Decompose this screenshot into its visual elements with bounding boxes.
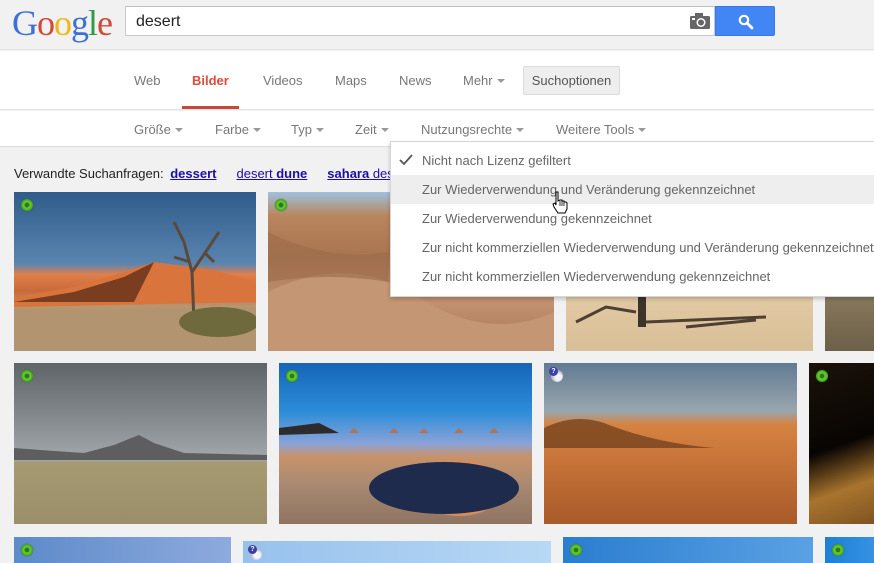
chevron-down-icon bbox=[174, 127, 183, 132]
logo-letter: e bbox=[97, 3, 113, 43]
tool-more-tools-dropdown[interactable]: Weitere Tools bbox=[556, 122, 647, 137]
tool-label: Weitere Tools bbox=[556, 122, 635, 137]
menu-item-not-filtered[interactable]: Nicht nach Lizenz gefiltert bbox=[391, 146, 874, 175]
menu-item-noncommercial-reuse-modify[interactable]: Zur nicht kommerziellen Wiederverwendung… bbox=[391, 233, 874, 262]
image-result[interactable] bbox=[544, 363, 797, 524]
tool-label: Farbe bbox=[215, 122, 249, 137]
search-type-tabs: Web Bilder Videos Maps News Mehr Suchopt… bbox=[0, 51, 874, 110]
license-badge-icon bbox=[570, 544, 582, 556]
logo-letter: o bbox=[37, 3, 55, 43]
tool-size-dropdown[interactable]: Größe bbox=[134, 122, 183, 137]
google-image-search-page: Google Web Bilder Videos Maps News Mehr bbox=[0, 0, 874, 563]
chevron-down-icon bbox=[380, 127, 389, 132]
related-term-bold: dune bbox=[276, 166, 308, 181]
logo-letter: g bbox=[71, 3, 89, 43]
image-result[interactable] bbox=[809, 363, 874, 524]
chevron-down-icon bbox=[315, 127, 324, 132]
menu-item-label: Zur Wiederverwendung gekennzeichnet bbox=[422, 211, 652, 226]
usage-rights-menu: Nicht nach Lizenz gefiltert Zur Wiederve… bbox=[390, 141, 874, 297]
related-search-link[interactable]: sahara des bbox=[327, 166, 394, 181]
search-tools-button[interactable]: Suchoptionen bbox=[523, 66, 620, 95]
tool-type-dropdown[interactable]: Typ bbox=[291, 122, 324, 137]
related-searches-label: Verwandte Suchanfragen: bbox=[14, 166, 164, 181]
image-content bbox=[544, 419, 714, 448]
tab-web[interactable]: Web bbox=[134, 73, 161, 88]
tab-mehr-label: Mehr bbox=[463, 73, 493, 88]
related-term-bold: dessert bbox=[170, 166, 217, 181]
image-result[interactable] bbox=[563, 537, 813, 563]
tab-mehr[interactable]: Mehr bbox=[463, 73, 505, 88]
license-badge-icon bbox=[286, 370, 298, 382]
tool-time-dropdown[interactable]: Zeit bbox=[355, 122, 389, 137]
logo-letter: G bbox=[12, 3, 38, 43]
tool-label: Typ bbox=[291, 122, 312, 137]
menu-item-label: Nicht nach Lizenz gefiltert bbox=[422, 153, 571, 168]
hand-cursor-icon bbox=[552, 191, 568, 214]
related-search-link[interactable]: dessert bbox=[170, 166, 216, 181]
tab-news[interactable]: News bbox=[399, 73, 432, 88]
license-badge-icon bbox=[832, 544, 844, 556]
license-badge-icon bbox=[21, 544, 33, 556]
menu-item-reuse[interactable]: Zur Wiederverwendung gekennzeichnet bbox=[391, 204, 874, 233]
menu-item-label: Zur Wiederverwendung und Veränderung gek… bbox=[422, 182, 756, 197]
menu-item-reuse-modify[interactable]: Zur Wiederverwendung und Veränderung gek… bbox=[391, 175, 874, 204]
search-box bbox=[125, 6, 715, 36]
menu-item-label: Zur nicht kommerziellen Wiederverwendung… bbox=[422, 269, 771, 284]
image-content bbox=[14, 435, 267, 460]
related-searches: Verwandte Suchanfragen: dessert desert du… bbox=[14, 166, 394, 181]
chevron-down-icon bbox=[252, 127, 261, 132]
google-logo[interactable]: Google bbox=[12, 3, 113, 43]
header: Google bbox=[0, 0, 874, 50]
tool-color-dropdown[interactable]: Farbe bbox=[215, 122, 261, 137]
license-badge-icon bbox=[549, 367, 563, 382]
image-result[interactable] bbox=[243, 541, 551, 563]
license-badge-icon bbox=[248, 545, 262, 560]
tab-bilder[interactable]: Bilder bbox=[192, 73, 229, 88]
image-content bbox=[279, 423, 519, 516]
menu-item-noncommercial-reuse[interactable]: Zur nicht kommerziellen Wiederverwendung… bbox=[391, 262, 874, 291]
search-input[interactable] bbox=[136, 11, 676, 33]
camera-icon[interactable] bbox=[690, 13, 710, 29]
image-content bbox=[14, 221, 256, 351]
active-tab-indicator bbox=[182, 106, 239, 109]
tool-label: Zeit bbox=[355, 122, 377, 137]
license-badge-icon bbox=[21, 199, 33, 211]
license-badge-icon bbox=[21, 370, 33, 382]
tab-videos[interactable]: Videos bbox=[263, 73, 303, 88]
tool-usage-rights-dropdown[interactable]: Nutzungsrechte bbox=[421, 122, 525, 137]
tool-label: Größe bbox=[134, 122, 171, 137]
search-icon bbox=[738, 14, 754, 30]
check-icon bbox=[399, 154, 413, 166]
chevron-down-icon bbox=[638, 127, 647, 132]
logo-letter: l bbox=[88, 3, 98, 43]
image-result[interactable] bbox=[279, 363, 532, 524]
image-result[interactable] bbox=[14, 537, 231, 563]
image-result[interactable] bbox=[14, 363, 267, 524]
tool-label: Nutzungsrechte bbox=[421, 122, 513, 137]
image-result[interactable] bbox=[825, 537, 874, 563]
chevron-down-icon bbox=[516, 127, 525, 132]
logo-letter: o bbox=[54, 3, 72, 43]
license-badge-icon bbox=[275, 199, 287, 211]
license-badge-icon bbox=[816, 370, 828, 382]
image-result[interactable] bbox=[14, 192, 256, 351]
tab-maps[interactable]: Maps bbox=[335, 73, 367, 88]
related-search-link[interactable]: desert dune bbox=[236, 166, 307, 181]
menu-item-label: Zur nicht kommerziellen Wiederverwendung… bbox=[422, 240, 874, 255]
chevron-down-icon bbox=[496, 78, 505, 83]
related-term-plain: desert bbox=[236, 166, 277, 181]
related-term-bold: sahara bbox=[327, 166, 370, 181]
search-button[interactable] bbox=[715, 6, 775, 36]
